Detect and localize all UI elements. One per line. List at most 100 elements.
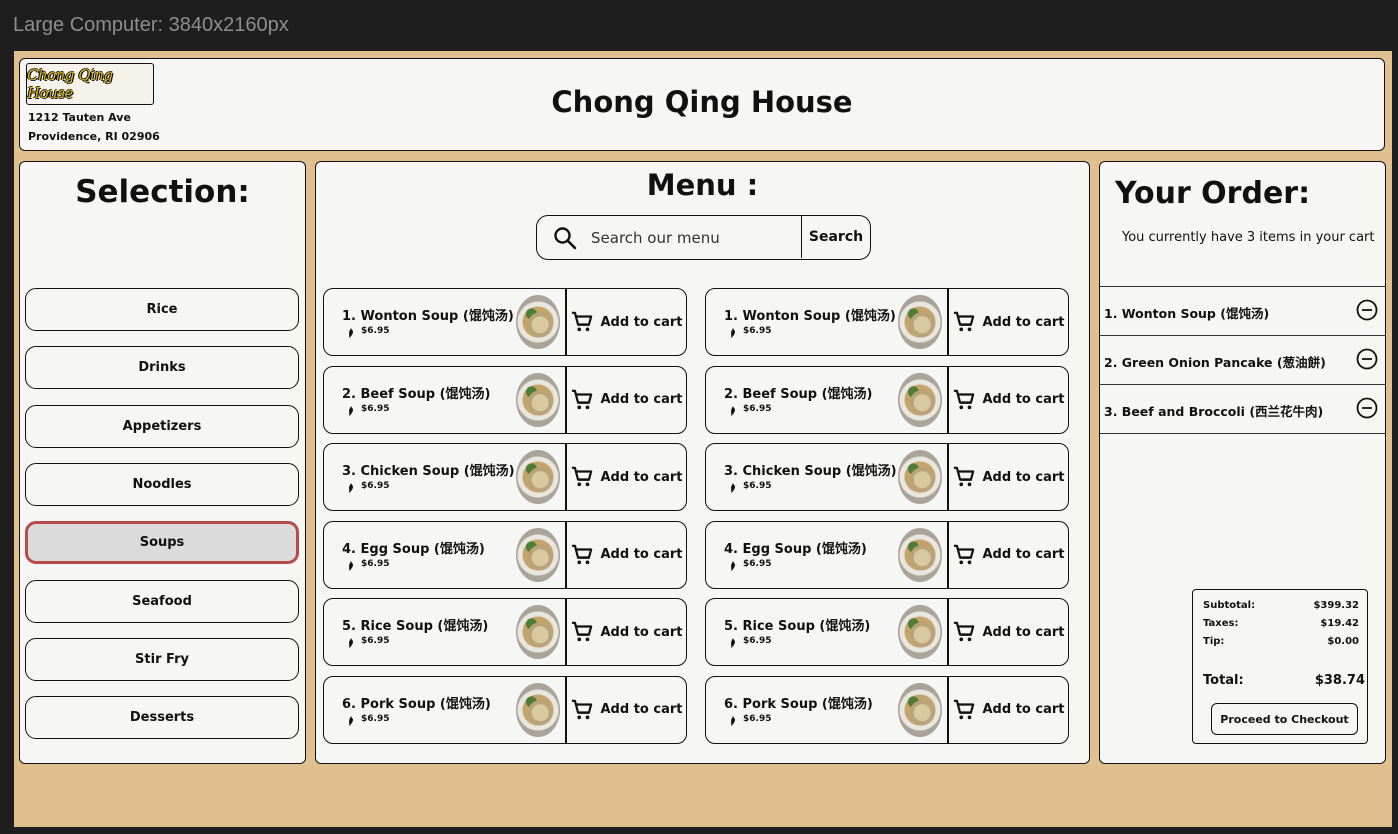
chili-pepper-icon <box>728 402 737 421</box>
add-to-cart-button[interactable]: Add to cart <box>949 444 1068 510</box>
add-to-cart-button[interactable]: Add to cart <box>949 677 1068 743</box>
menu-item-name: 5. Rice Soup (馄饨汤) <box>724 619 871 634</box>
category-seafood-button[interactable]: Seafood <box>25 579 299 623</box>
soup-bowl-image <box>898 682 942 737</box>
soup-bowl-image <box>898 605 942 659</box>
menu-panel: Menu : Search 1. Wonton Soup (馄饨汤) $6.95 A… <box>315 161 1090 764</box>
soup-bowl-image <box>898 450 942 504</box>
add-to-cart-button[interactable]: Add to cart <box>949 599 1068 665</box>
cart-item-row: 2. Green Onion Pancake (葱油餅) <box>1100 335 1385 384</box>
category-appetizers-button[interactable]: Appetizers <box>25 404 299 448</box>
add-to-cart-button[interactable]: Add to cart <box>567 599 686 665</box>
menu-item-price: $6.95 <box>743 481 772 491</box>
soup-bowl-image <box>516 682 560 737</box>
tip-value: $0.00 <box>1327 636 1359 647</box>
add-to-cart-label: Add to cart <box>600 314 683 330</box>
menu-item-name: 6. Pork Soup (馄饨汤) <box>724 696 873 712</box>
add-to-cart-label: Add to cart <box>982 702 1065 717</box>
menu-item-name: 2. Beef Soup (馄饨汤) <box>724 386 873 402</box>
add-to-cart-label: Add to cart <box>600 624 683 640</box>
category-drinks-button[interactable]: Drinks <box>25 346 299 390</box>
total-value: $38.74 <box>1314 673 1365 688</box>
menu-item-price: $6.95 <box>361 403 390 414</box>
chili-pepper-icon <box>346 324 355 343</box>
add-to-cart-button[interactable]: Add to cart <box>949 289 1068 355</box>
add-to-cart-button[interactable]: Add to cart <box>949 522 1068 588</box>
total-row: Total: $38.74 <box>1203 673 1365 688</box>
cart-item-name: 3. Beef and Broccoli (西兰花牛肉) <box>1104 404 1324 419</box>
menu-item-price: $6.95 <box>361 558 390 569</box>
cart-count-message: You currently have 3 items in your cart <box>1122 230 1375 245</box>
chili-pepper-icon <box>346 712 355 731</box>
search-button[interactable]: Search <box>801 216 870 258</box>
menu-item-price: $6.95 <box>743 636 772 646</box>
category-soups-button[interactable]: Soups <box>25 521 299 565</box>
menu-item-card: 5. Rice Soup (馄饨汤) $6.95 Add to cart <box>323 598 687 666</box>
chili-pepper-icon <box>728 557 737 576</box>
add-to-cart-button[interactable]: Add to cart <box>567 289 686 355</box>
menu-item-card: 6. Pork Soup (馄饨汤) $6.95 Add to cart <box>323 675 687 744</box>
shopping-cart-icon <box>571 544 593 566</box>
chili-pepper-icon <box>346 557 355 576</box>
menu-item-price: $6.95 <box>743 713 772 724</box>
shopping-cart-icon <box>571 389 593 411</box>
soup-bowl-image <box>516 295 560 349</box>
shopping-cart-icon <box>953 699 975 721</box>
category-stir-fry-button[interactable]: Stir Fry <box>25 637 299 681</box>
order-title: Your Order: <box>1115 176 1311 211</box>
menu-item-card: 3. Chicken Soup (馄饨汤) $6.95 Add to cart <box>705 443 1069 511</box>
cart-item-name: 2. Green Onion Pancake (葱油餅) <box>1104 355 1326 370</box>
search-input[interactable] <box>589 216 803 259</box>
remove-item-icon[interactable] <box>1356 348 1378 374</box>
soup-bowl-image <box>516 605 560 659</box>
add-to-cart-button[interactable]: Add to cart <box>567 367 686 433</box>
page-canvas: Chong Qing House 1212 Tauten Ave Provide… <box>14 51 1392 827</box>
category-rice-button[interactable]: Rice <box>25 288 299 331</box>
add-to-cart-label: Add to cart <box>982 624 1065 640</box>
chili-pepper-icon <box>728 479 737 498</box>
soup-bowl-image <box>516 372 560 427</box>
menu-item-name: 3. Chicken Soup (馄饨汤) <box>342 464 515 479</box>
add-to-cart-button[interactable]: Add to cart <box>949 367 1068 433</box>
remove-item-icon[interactable] <box>1356 397 1378 423</box>
menu-item-name: 4. Egg Soup (馄饨汤) <box>724 541 867 557</box>
remove-item-icon[interactable] <box>1356 299 1378 325</box>
shopping-cart-icon <box>953 621 975 643</box>
cart-item-name: 1. Wonton Soup (馄饨汤) <box>1104 306 1270 321</box>
menu-item-price: $6.95 <box>361 636 390 646</box>
menu-item-name: 2. Beef Soup (馄饨汤) <box>342 386 491 402</box>
menu-item-price: $6.95 <box>361 713 390 724</box>
selection-title: Selection: <box>75 174 250 210</box>
add-to-cart-button[interactable]: Add to cart <box>567 677 686 743</box>
add-to-cart-button[interactable]: Add to cart <box>567 444 686 510</box>
menu-title: Menu : <box>646 168 759 202</box>
taxes-value: $19.42 <box>1320 618 1359 629</box>
add-to-cart-label: Add to cart <box>600 392 683 407</box>
soup-bowl-image <box>898 372 942 427</box>
add-to-cart-label: Add to cart <box>982 469 1065 485</box>
header: Chong Qing House 1212 Tauten Ave Provide… <box>19 58 1385 151</box>
menu-item-price: $6.95 <box>361 481 390 491</box>
order-summary: Subtotal: $399.32 Taxes: $19.42 Tip: $0.… <box>1192 589 1368 744</box>
add-to-cart-label: Add to cart <box>982 314 1065 330</box>
menu-item-name: 6. Pork Soup (馄饨汤) <box>342 696 491 712</box>
menu-item-card: 4. Egg Soup (馄饨汤) $6.95 Add to cart <box>323 520 687 589</box>
search-icon[interactable] <box>553 226 577 250</box>
checkout-button[interactable]: Proceed to Checkout <box>1211 703 1358 735</box>
menu-item-card: 2. Beef Soup (馄饨汤) $6.95 Add to cart <box>705 365 1069 434</box>
add-to-cart-button[interactable]: Add to cart <box>567 522 686 588</box>
shopping-cart-icon <box>571 621 593 643</box>
tip-label: Tip: <box>1203 636 1225 647</box>
search-bar: Search <box>536 215 871 260</box>
menu-item-card: 6. Pork Soup (馄饨汤) $6.95 Add to cart <box>705 675 1069 744</box>
shopping-cart-icon <box>571 699 593 721</box>
shopping-cart-icon <box>953 389 975 411</box>
category-noodles-button[interactable]: Noodles <box>25 462 299 506</box>
category-desserts-button[interactable]: Desserts <box>25 696 299 740</box>
menu-item-name: 3. Chicken Soup (馄饨汤) <box>724 464 897 479</box>
subtotal-row: Subtotal: $399.32 <box>1203 600 1359 611</box>
menu-item-name: 4. Egg Soup (馄饨汤) <box>342 541 485 557</box>
chili-pepper-icon <box>346 402 355 421</box>
order-panel: Your Order: You currently have 3 items i… <box>1099 161 1386 764</box>
shopping-cart-icon <box>953 311 975 333</box>
